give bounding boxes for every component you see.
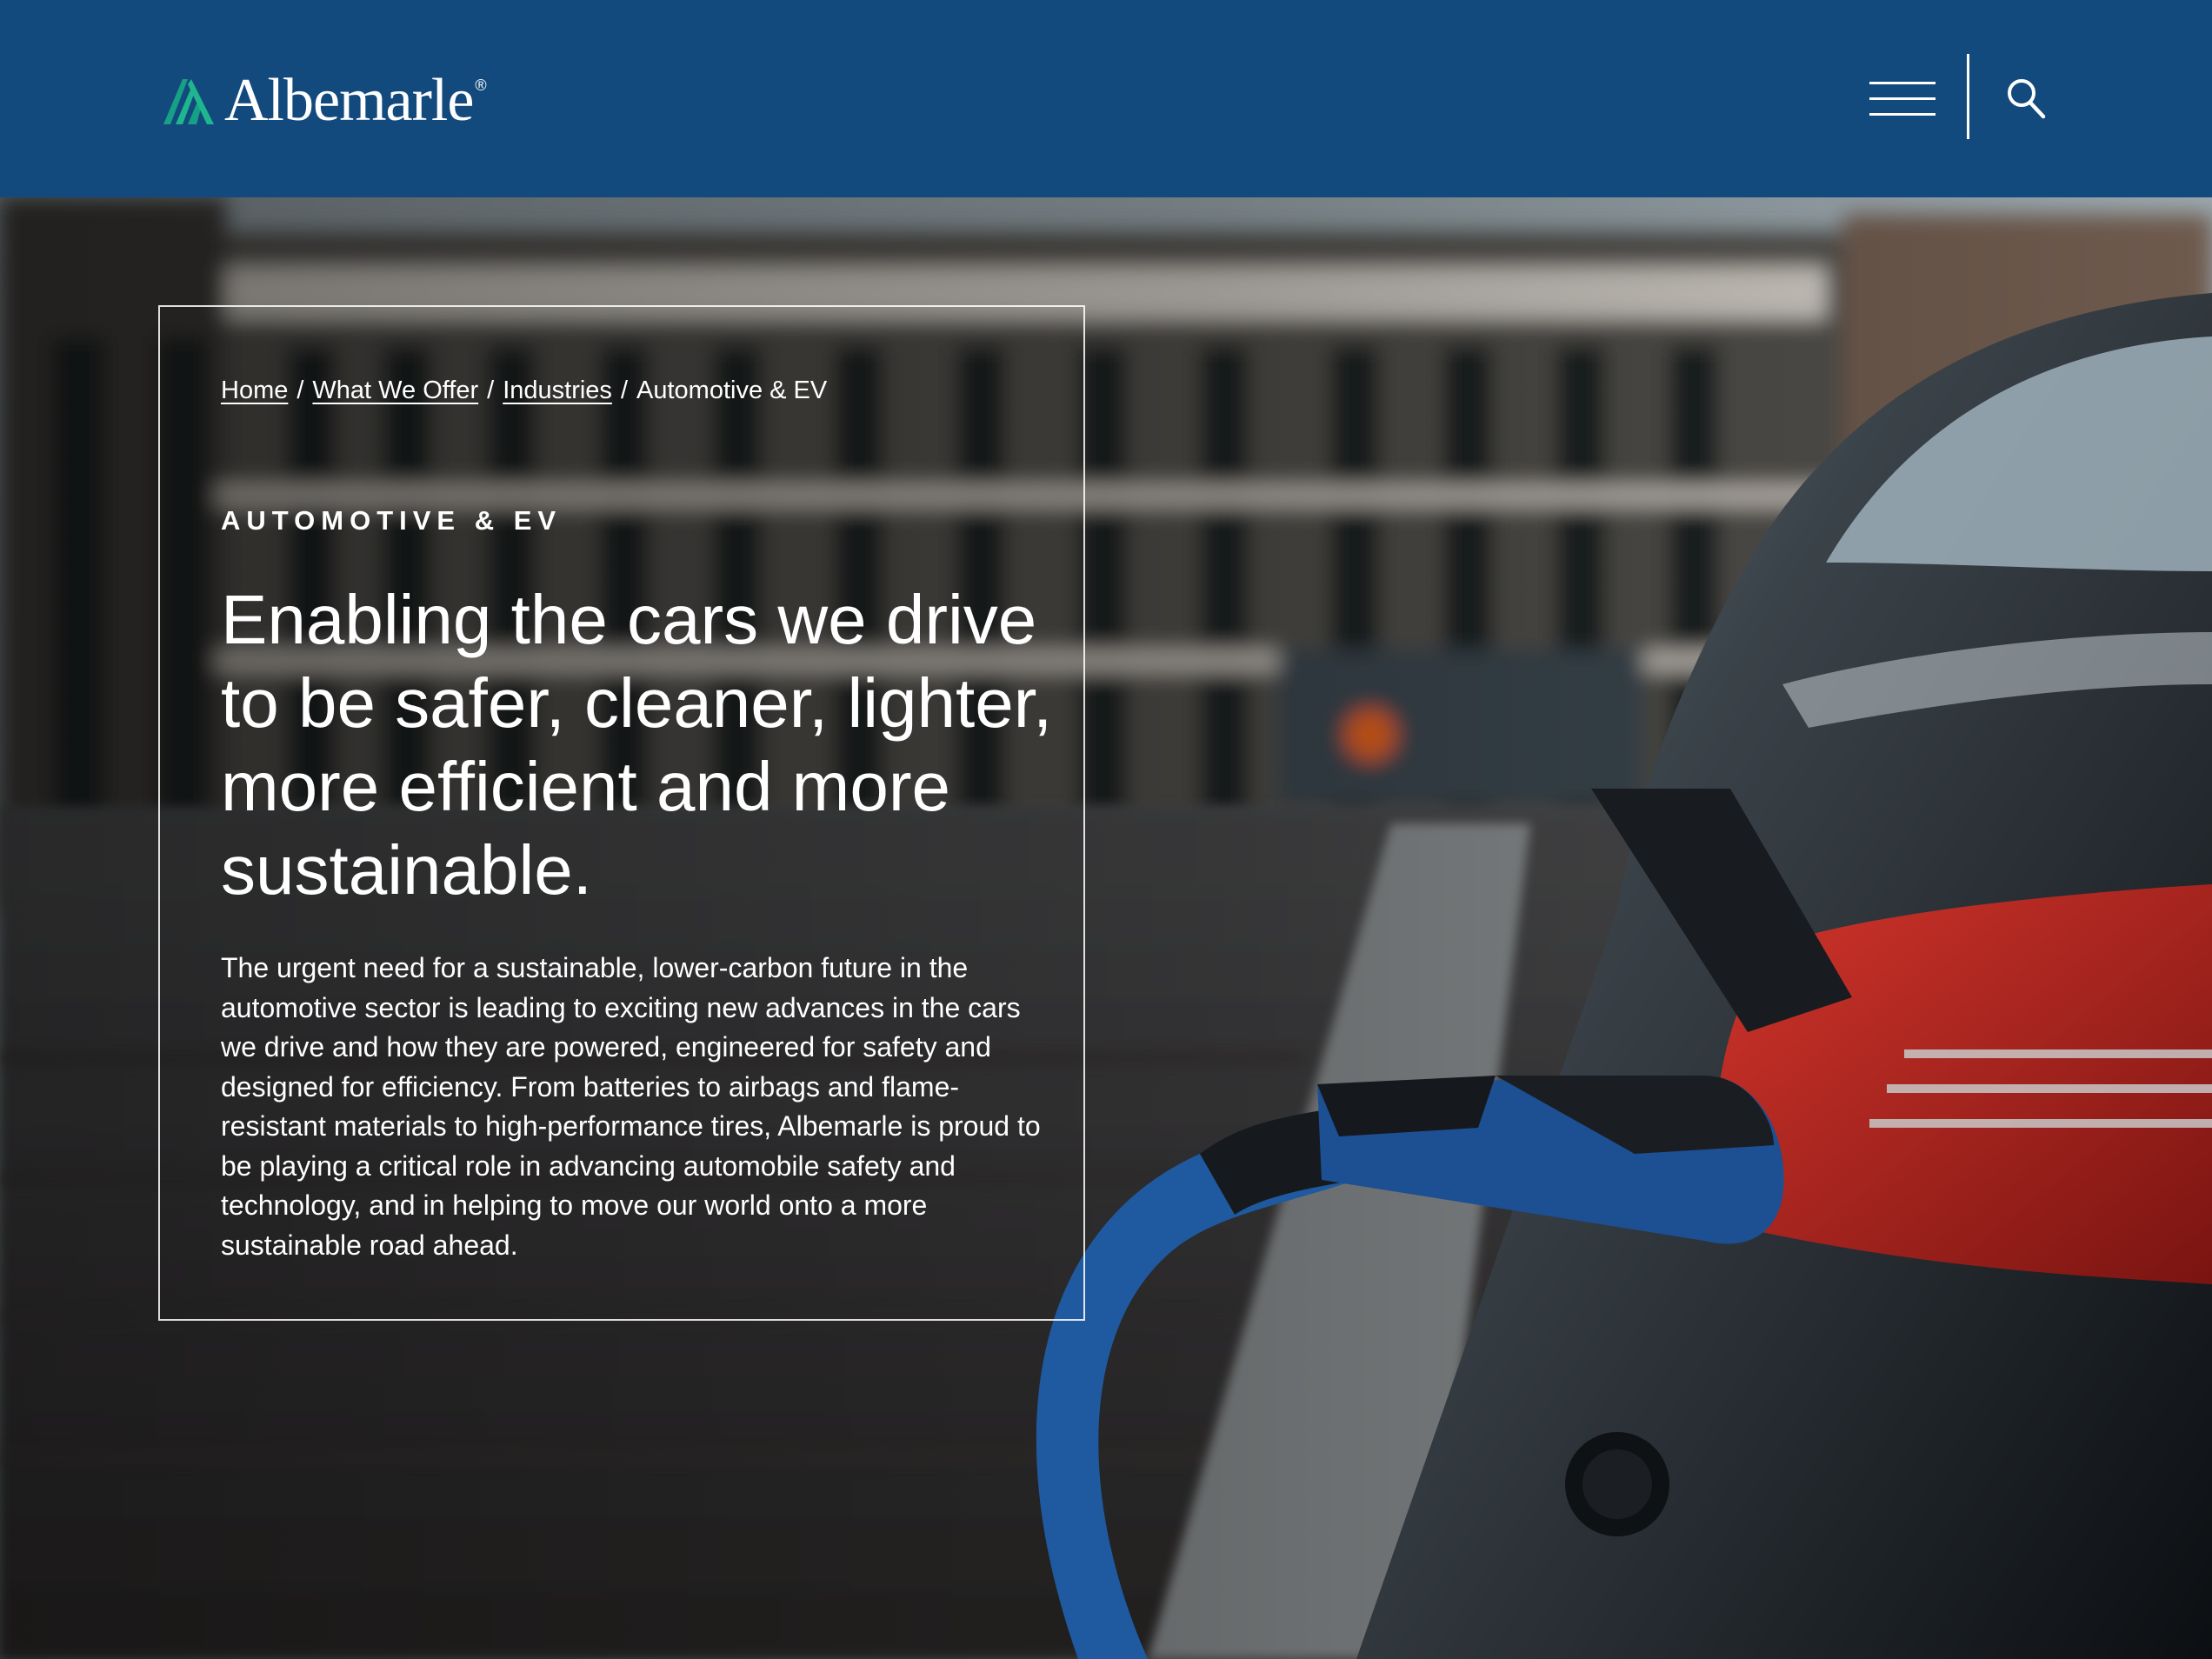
search-icon[interactable] xyxy=(2005,77,2047,120)
hero-headline: Enabling the cars we drive to be safer, … xyxy=(221,581,1053,909)
albemarle-logo[interactable]: Albemarle ® xyxy=(162,68,487,134)
header-divider xyxy=(1967,54,1969,139)
hamburger-menu-icon[interactable] xyxy=(1869,80,1936,118)
breadcrumb: Home / What We Offer / Industries / Automotive… xyxy=(221,376,827,405)
breadcrumb-link-what-we-offer[interactable]: What We Offer xyxy=(312,376,478,404)
hero-section: Home / What We Offer / Industries / Automotive… xyxy=(0,197,2212,1659)
hero-body-text: The urgent need for a sustainable, lower… xyxy=(221,952,1041,1261)
logo-registered-mark: ® xyxy=(475,77,487,94)
logo-wordmark: Albemarle xyxy=(224,67,474,134)
albemarle-logo-mark-icon xyxy=(163,79,214,124)
section-eyebrow: AUTOMOTIVE & EV xyxy=(221,505,563,536)
breadcrumb-separator: / xyxy=(620,376,628,404)
breadcrumb-separator: / xyxy=(487,376,495,404)
breadcrumb-link-industries[interactable]: Industries xyxy=(503,376,612,404)
breadcrumb-link-home[interactable]: Home xyxy=(221,376,288,404)
breadcrumb-current: Automotive & EV xyxy=(636,376,828,404)
hero-content-card: Home / What We Offer / Industries / Automotive… xyxy=(158,305,1085,1321)
breadcrumb-separator: / xyxy=(296,376,304,404)
site-header: Albemarle ® xyxy=(0,0,2212,197)
